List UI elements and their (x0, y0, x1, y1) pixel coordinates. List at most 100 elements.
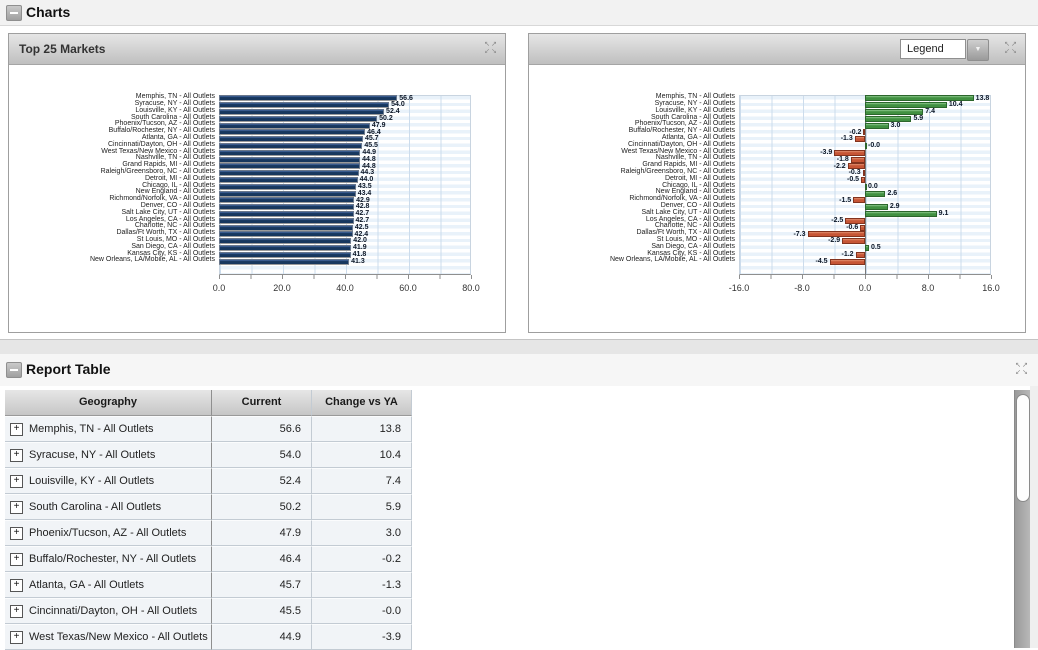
row-expand-icon[interactable]: + (10, 501, 23, 514)
legend-dropdown-value[interactable]: Legend (900, 39, 966, 59)
chart-bar[interactable] (861, 177, 865, 183)
chart-bar[interactable] (219, 245, 351, 251)
bar-value-label: 7.4 (925, 108, 935, 115)
chart-bar[interactable] (842, 238, 865, 244)
current-cell: 47.9 (212, 520, 312, 546)
chart-bar[interactable] (219, 225, 353, 231)
current-cell: 56.6 (212, 416, 312, 442)
chart-bar[interactable] (865, 184, 867, 190)
charts-section-header: Charts (0, 0, 1038, 26)
chart-bar[interactable] (865, 143, 867, 149)
row-expand-icon[interactable]: + (10, 449, 23, 462)
top25-markets-panel: Top 25 Markets ↖↗↙↘ Memphis, TN - All Ou… (8, 33, 506, 333)
chart-bar[interactable] (219, 157, 360, 163)
report-section-header: Report Table ↖↗↙↘ (0, 354, 1038, 386)
chart-bar[interactable] (219, 116, 377, 122)
axis-tick-label: 0.0 (213, 283, 226, 293)
chart-bar[interactable] (219, 184, 356, 190)
chart-bar[interactable] (865, 245, 869, 251)
axis-tick-label: 16.0 (982, 283, 1000, 293)
row-expand-icon[interactable]: + (10, 631, 23, 644)
table-row[interactable]: +West Texas/New Mexico - All Outlets44.9… (5, 624, 412, 650)
bar-value-label: -1.5 (839, 197, 851, 204)
chart-bar[interactable] (219, 177, 358, 183)
chart-bar[interactable] (219, 231, 353, 237)
expand-panel-icon[interactable]: ↖↗↙↘ (483, 41, 499, 57)
table-row[interactable]: +South Carolina - All Outlets50.25.9 (5, 494, 412, 520)
collapse-report-icon[interactable] (6, 362, 22, 378)
axis-tick-label: 20.0 (273, 283, 291, 293)
chart-bar[interactable] (219, 218, 354, 224)
axis-tick-label: -8.0 (794, 283, 810, 293)
table-row[interactable]: +Memphis, TN - All Outlets56.613.8 (5, 416, 412, 442)
chart-bar[interactable] (219, 197, 354, 203)
bar-value-label: -3.9 (820, 149, 832, 156)
table-row[interactable]: + Buffalo/Rochester, NY - All Outlets 46.4… (5, 546, 412, 572)
chart-bar[interactable] (830, 259, 865, 265)
geography-cell: South Carolina - All Outlets (29, 495, 161, 520)
chart-bar[interactable] (219, 136, 363, 142)
chart-bar[interactable] (219, 150, 360, 156)
report-section-title: Report Table (26, 361, 111, 377)
col-header-change[interactable]: Change vs YA (312, 390, 412, 416)
table-row[interactable]: +Louisville, KY - All Outlets52.47.4 (5, 468, 412, 494)
chart-bar[interactable] (219, 211, 354, 217)
row-expand-icon[interactable]: + (10, 605, 23, 618)
chart-bar[interactable] (219, 123, 370, 129)
row-expand-icon[interactable]: + (10, 579, 23, 592)
chart-bar[interactable] (219, 252, 351, 258)
expand-report-icon[interactable]: ↖↗↙↘ (1014, 362, 1030, 378)
chart-bar[interactable] (851, 157, 865, 163)
chart-bar[interactable] (219, 129, 365, 135)
chart-bar[interactable] (219, 163, 360, 169)
table-row[interactable]: +Syracuse, NY - All Outlets54.010.4 (5, 442, 412, 468)
chart-bar[interactable] (219, 109, 384, 115)
dropdown-arrow-icon[interactable]: ▼ (967, 39, 989, 61)
chart-bar[interactable] (855, 136, 865, 142)
table-row[interactable]: +Phoenix/Tucson, AZ - All Outlets47.93.0 (5, 520, 412, 546)
row-expand-icon[interactable]: + (10, 553, 23, 566)
current-cell: 46.4 (212, 546, 312, 572)
table-row[interactable]: +Cincinnati/Dayton, OH - All Outlets45.5… (5, 598, 412, 624)
geography-cell: Atlanta, GA - All Outlets (29, 573, 144, 598)
chart-bar[interactable] (863, 129, 865, 135)
chart-bar[interactable] (853, 197, 865, 203)
chart-bar[interactable] (865, 204, 888, 210)
axis-ticks (219, 275, 472, 279)
chart-bar[interactable] (865, 116, 911, 122)
scrollbar-thumb[interactable] (1016, 394, 1030, 502)
chart-bar[interactable] (219, 143, 362, 149)
chart-bar[interactable] (856, 252, 865, 258)
chart-bar[interactable] (219, 204, 354, 210)
chart-bar[interactable] (865, 211, 937, 217)
change-cell: -1.3 (312, 572, 412, 598)
chart-bar[interactable] (219, 95, 397, 101)
chart-bar[interactable] (219, 191, 356, 197)
chart-bar[interactable] (860, 225, 865, 231)
legend-dropdown[interactable]: Legend ▼ (900, 39, 989, 59)
vertical-scrollbar[interactable] (1014, 390, 1030, 648)
change-vs-ya-panel: Legend ▼ ↖↗↙↘ Memphis, TN - All Outlets1… (528, 33, 1026, 333)
axis-tick-label: 8.0 (922, 283, 935, 293)
expand-panel-icon[interactable]: ↖↗↙↘ (1003, 41, 1019, 57)
chart-bar[interactable] (865, 123, 889, 129)
row-expand-icon[interactable]: + (10, 527, 23, 540)
chart-bar[interactable] (863, 170, 865, 176)
collapse-charts-icon[interactable] (6, 5, 22, 21)
row-expand-icon[interactable]: + (10, 423, 23, 436)
geography-cell: Buffalo/Rochester, NY - All Outlets (29, 547, 196, 572)
row-expand-icon[interactable]: + (10, 475, 23, 488)
chart-bar[interactable] (219, 238, 351, 244)
bar-value-label: 2.6 (887, 190, 897, 197)
col-header-geography[interactable]: Geography (5, 390, 212, 416)
chart-bar[interactable] (219, 170, 359, 176)
chart-bar[interactable] (219, 259, 349, 265)
change-cell: 10.4 (312, 442, 412, 468)
page-edge (1030, 386, 1038, 648)
chart-bar[interactable] (219, 102, 389, 108)
axis-tick-label: 40.0 (336, 283, 354, 293)
col-header-current[interactable]: Current (212, 390, 312, 416)
bar-value-label: 9.1 (939, 210, 949, 217)
chart-bar[interactable] (865, 191, 885, 197)
table-row[interactable]: +Atlanta, GA - All Outlets45.7-1.3 (5, 572, 412, 598)
